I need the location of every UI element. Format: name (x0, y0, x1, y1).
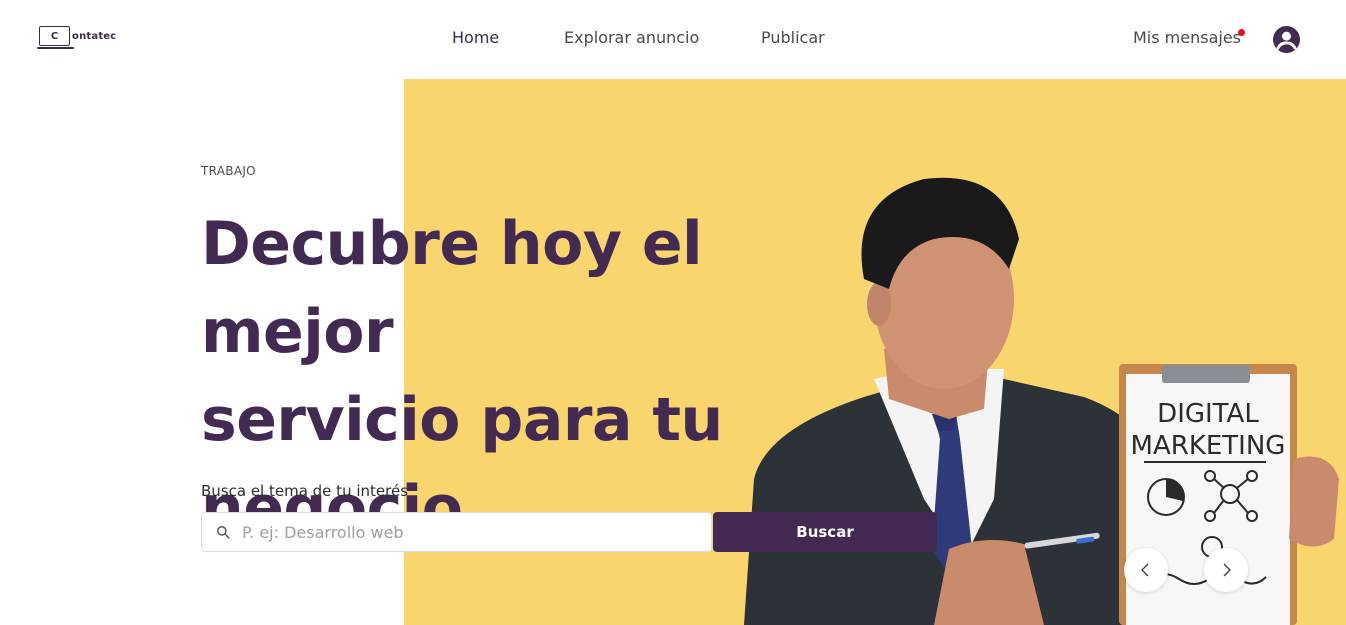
search-box[interactable] (201, 512, 712, 552)
search-icon (217, 526, 230, 539)
search-button[interactable]: Buscar (713, 512, 937, 552)
carousel-next-button[interactable] (1204, 548, 1248, 592)
chevron-right-icon (1223, 563, 1231, 577)
carousel-prev-button[interactable] (1124, 548, 1168, 592)
hero-eyebrow: TRABAJO (201, 164, 256, 178)
nav-explore[interactable]: Explorar anuncio (564, 28, 699, 47)
site-header: C ontatec Home Explorar anuncio Publicar… (0, 0, 1346, 78)
search-label: Busca el tema de tu interés (201, 482, 409, 500)
logo-text: ontatec (72, 31, 117, 42)
nav-messages[interactable]: Mis mensajes (1133, 28, 1241, 47)
laptop-icon: C (37, 26, 74, 49)
hero-headline-line2: servicio para tu (201, 385, 723, 455)
notification-dot (1238, 29, 1245, 36)
board-text-line1: DIGITAL (1157, 399, 1259, 429)
hero-headline-line1: Decubre hoy el mejor (201, 209, 703, 367)
nav-publish[interactable]: Publicar (761, 28, 825, 47)
logo-mark-letter: C (50, 30, 59, 42)
logo[interactable]: C ontatec (37, 26, 117, 49)
user-circle-icon[interactable] (1273, 26, 1300, 53)
nav-home[interactable]: Home (452, 28, 499, 47)
search-input[interactable] (242, 522, 682, 542)
board-text-line2: MARKETING (1131, 431, 1286, 461)
chevron-left-icon (1141, 563, 1149, 577)
